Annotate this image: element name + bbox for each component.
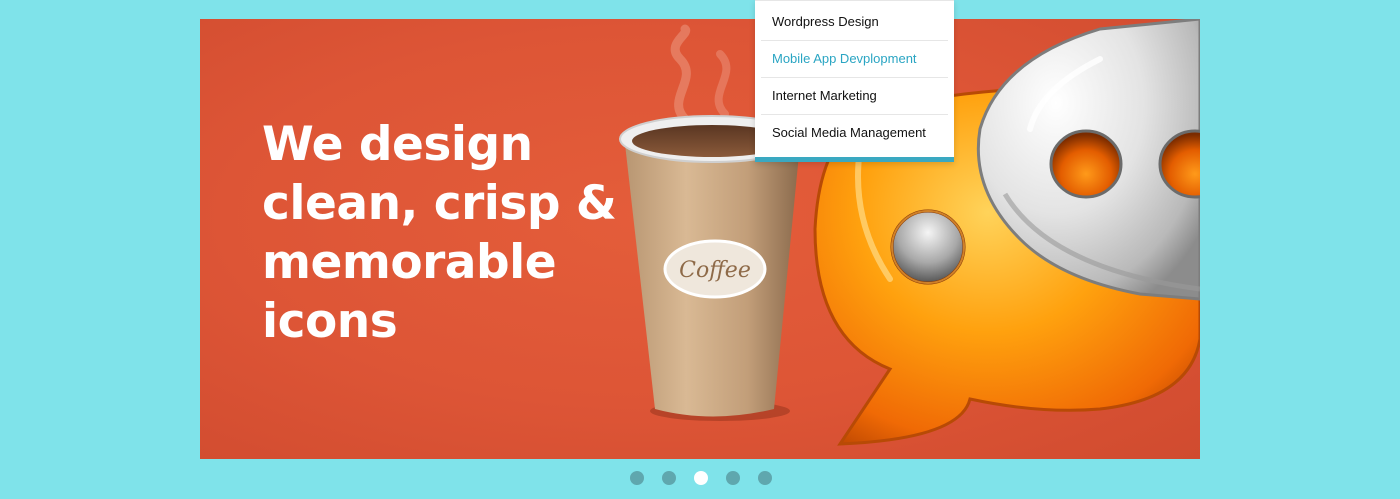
slider-dot-5[interactable] xyxy=(758,471,772,485)
services-dropdown-menu: Wordpress Design Mobile App Devplopment … xyxy=(755,0,954,162)
headline-line: icons xyxy=(262,294,398,349)
slider-dot-2[interactable] xyxy=(662,471,676,485)
headline-line: We design xyxy=(262,117,533,172)
headline-line: clean, crisp & xyxy=(262,176,617,231)
slider-dot-4[interactable] xyxy=(726,471,740,485)
slide-headline: We design clean, crisp & memorable icons xyxy=(262,115,622,351)
coffee-label: Coffee xyxy=(679,258,751,283)
dropdown-list: Wordpress Design Mobile App Devplopment … xyxy=(755,0,954,151)
menu-item-mobile-app-development[interactable]: Mobile App Devplopment xyxy=(761,41,948,78)
headline-line: memorable xyxy=(262,235,557,290)
slider-dot-1[interactable] xyxy=(630,471,644,485)
slider-pagination xyxy=(0,471,1400,485)
menu-item-wordpress-design[interactable]: Wordpress Design xyxy=(761,4,948,41)
slider-dot-3[interactable] xyxy=(694,471,708,485)
menu-item-social-media-management[interactable]: Social Media Management xyxy=(761,115,948,151)
menu-item-internet-marketing[interactable]: Internet Marketing xyxy=(761,78,948,115)
hero-slide: Coffee We design clean, crisp & memorabl… xyxy=(200,19,1200,459)
